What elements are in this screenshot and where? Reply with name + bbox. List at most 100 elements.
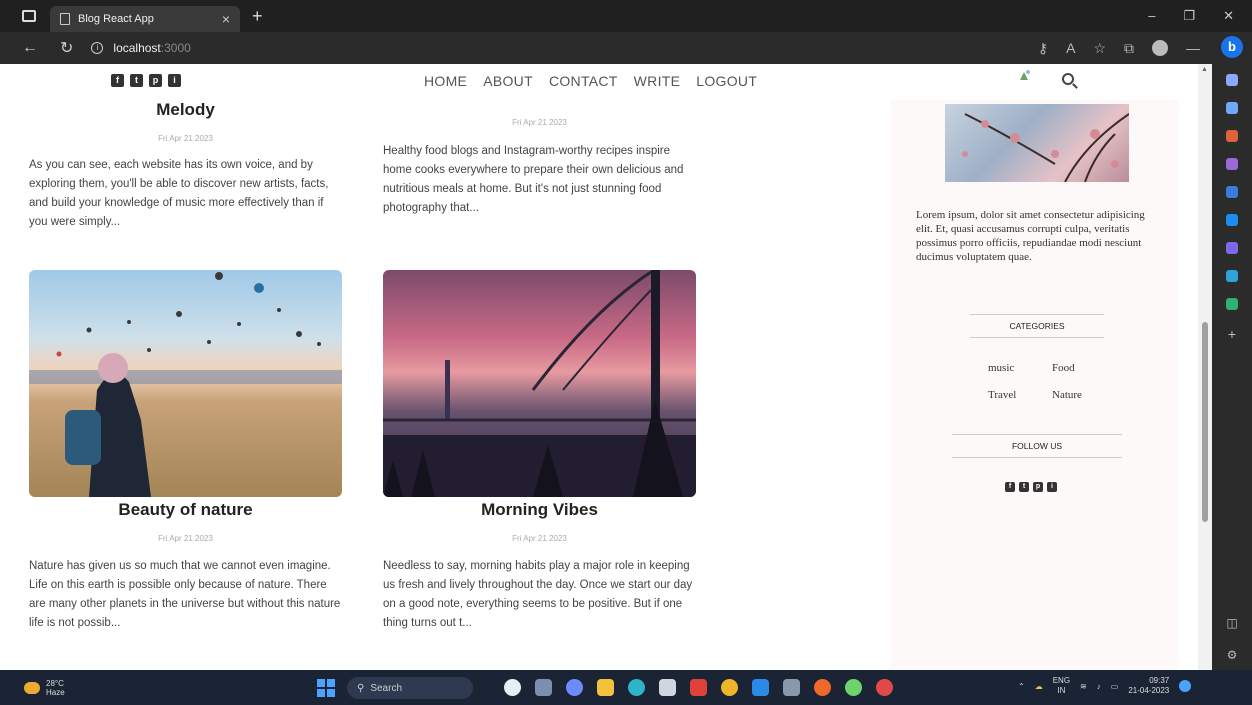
terminal-icon[interactable] xyxy=(783,679,800,696)
address-bar: ← ↻ i localhost:3000 ⚷ A ☆ ⧉ — xyxy=(0,32,1212,64)
file-explorer-icon[interactable] xyxy=(597,679,614,696)
start-icon[interactable] xyxy=(317,679,335,697)
scroll-up-icon[interactable]: ▲ xyxy=(1201,66,1208,73)
instagram-icon[interactable]: i xyxy=(168,74,181,87)
profile-avatar[interactable] xyxy=(1152,40,1168,56)
weather-condition: Haze xyxy=(46,687,65,697)
post-image-bridge[interactable] xyxy=(383,270,696,497)
twitter-icon[interactable]: t xyxy=(1019,482,1029,492)
chess-icon[interactable] xyxy=(1226,158,1238,170)
site-info-icon[interactable]: i xyxy=(91,42,104,54)
search-icon[interactable] xyxy=(1062,73,1074,85)
window-menu-icon[interactable] xyxy=(22,10,36,22)
profile-picture-icon[interactable] xyxy=(1018,68,1032,82)
restore-icon[interactable]: ❐ xyxy=(1183,8,1195,24)
designer-icon[interactable] xyxy=(1226,242,1238,254)
brave-icon[interactable] xyxy=(814,679,831,696)
post-title-beauty-of-nature[interactable]: Beauty of nature xyxy=(29,500,342,520)
weather-icon xyxy=(24,681,40,694)
back-icon[interactable]: ← xyxy=(22,39,38,57)
scrollbar-thumb[interactable] xyxy=(1202,322,1208,522)
twitter-icon[interactable]: t xyxy=(130,74,143,87)
facebook-icon[interactable]: f xyxy=(111,74,124,87)
category-nature[interactable]: Nature xyxy=(1052,389,1082,401)
edge-icon[interactable] xyxy=(628,679,645,696)
page-scrollbar[interactable]: ▲ xyxy=(1198,64,1212,670)
sidebar-about-text: Lorem ipsum, dolor sit amet consectetur … xyxy=(916,209,1145,263)
main-menu: HOME ABOUT CONTACT WRITE LOGOUT xyxy=(424,73,757,89)
bing-icon[interactable]: b xyxy=(1221,36,1243,58)
browser-app-icon[interactable] xyxy=(876,679,893,696)
windows-taskbar: 28°C Haze ⚲ Search ⌃ ☁ ENG IN ≋ ♪ ▭ 09:3… xyxy=(0,670,1252,705)
category-music[interactable]: music xyxy=(988,362,1014,374)
close-tab-icon[interactable]: × xyxy=(222,11,230,27)
taskbar-search[interactable]: ⚲ Search xyxy=(347,677,473,699)
sidebar-image xyxy=(945,104,1130,183)
add-icon[interactable]: + xyxy=(1228,326,1236,342)
volume-icon[interactable]: ♪ xyxy=(1097,682,1101,691)
post-date: Fri Apr 21 2023 xyxy=(512,534,567,543)
collections-icon[interactable]: ⧉ xyxy=(1124,40,1134,57)
menu-write[interactable]: WRITE xyxy=(634,73,681,89)
category-food[interactable]: Food xyxy=(1052,362,1075,374)
pinterest-icon[interactable]: p xyxy=(1033,482,1043,492)
whatsapp-icon[interactable] xyxy=(845,679,862,696)
minimize-icon[interactable]: – xyxy=(1148,8,1155,24)
menu-contact[interactable]: CONTACT xyxy=(549,73,618,89)
chrome-icon[interactable] xyxy=(721,679,738,696)
menu-home[interactable]: HOME xyxy=(424,73,467,89)
url-host: localhost xyxy=(113,41,161,55)
bag-icon[interactable] xyxy=(1226,130,1238,142)
taskbar-apps xyxy=(504,679,893,696)
copilot-icon[interactable] xyxy=(504,679,521,696)
mcafee-icon[interactable] xyxy=(690,679,707,696)
menu-logout[interactable]: LOGOUT xyxy=(696,73,757,89)
battery-icon[interactable]: ▭ xyxy=(1111,682,1119,691)
close-window-icon[interactable]: ✕ xyxy=(1223,8,1234,24)
post-date: Fri Apr 21 2023 xyxy=(158,534,213,543)
chat-icon[interactable] xyxy=(566,679,583,696)
weather-tray-icon[interactable]: ☁ xyxy=(1035,682,1043,691)
settings-icon[interactable]: ⚙ xyxy=(1227,648,1238,662)
show-hidden-icon[interactable]: ⌃ xyxy=(1018,682,1025,691)
blog-page: f t p i HOME ABOUT CONTACT WRITE LOGOUT … xyxy=(0,64,1212,670)
key-icon[interactable]: ⚷ xyxy=(1038,40,1048,57)
clock[interactable]: 09:37 21-04-2023 xyxy=(1128,676,1169,696)
category-travel[interactable]: Travel xyxy=(988,389,1016,401)
edge-sidebar: b + ◫ ⚙ xyxy=(1212,32,1252,670)
weather-widget[interactable]: 28°C Haze xyxy=(24,679,65,697)
post-title-morning-vibes[interactable]: Morning Vibes xyxy=(383,500,696,520)
more-icon[interactable]: — xyxy=(1186,40,1200,56)
post-image-balloons[interactable] xyxy=(29,270,342,497)
facebook-icon[interactable]: f xyxy=(1005,482,1015,492)
outlook-icon[interactable] xyxy=(1226,214,1238,226)
instagram-icon[interactable]: i xyxy=(1047,482,1057,492)
toolbar-icons: ⚷ A ☆ ⧉ — xyxy=(1038,40,1212,57)
office-icon[interactable] xyxy=(1226,186,1238,198)
url-field[interactable]: i localhost:3000 xyxy=(91,36,211,60)
post-title-melody[interactable]: Melody xyxy=(29,100,342,120)
search-icon: ⚲ xyxy=(357,682,365,694)
split-screen-icon[interactable]: ◫ xyxy=(1226,616,1237,630)
search-icon[interactable] xyxy=(1226,74,1238,86)
reader-icon[interactable]: A xyxy=(1066,40,1075,56)
tree-icon[interactable] xyxy=(1226,298,1238,310)
vscode-icon[interactable] xyxy=(752,679,769,696)
language-indicator[interactable]: ENG IN xyxy=(1053,676,1070,696)
favorite-icon[interactable]: ☆ xyxy=(1093,40,1106,57)
browser-titlebar: Blog React App × + – ❐ ✕ xyxy=(0,0,1252,32)
menu-about[interactable]: ABOUT xyxy=(483,73,533,89)
store-icon[interactable] xyxy=(659,679,676,696)
task-view-icon[interactable] xyxy=(535,679,552,696)
post-desc: Needless to say, morning habits play a m… xyxy=(383,560,693,629)
notification-icon[interactable] xyxy=(1179,680,1192,692)
new-tab-icon[interactable]: + xyxy=(252,6,263,27)
send-icon[interactable] xyxy=(1226,270,1238,282)
wifi-icon[interactable]: ≋ xyxy=(1080,682,1087,691)
tab-title: Blog React App xyxy=(78,13,154,25)
tag-icon[interactable] xyxy=(1226,102,1238,114)
taskbar-search-label: Search xyxy=(370,682,403,694)
pinterest-icon[interactable]: p xyxy=(149,74,162,87)
browser-tab[interactable]: Blog React App × xyxy=(50,6,240,32)
refresh-icon[interactable]: ↻ xyxy=(60,38,73,58)
